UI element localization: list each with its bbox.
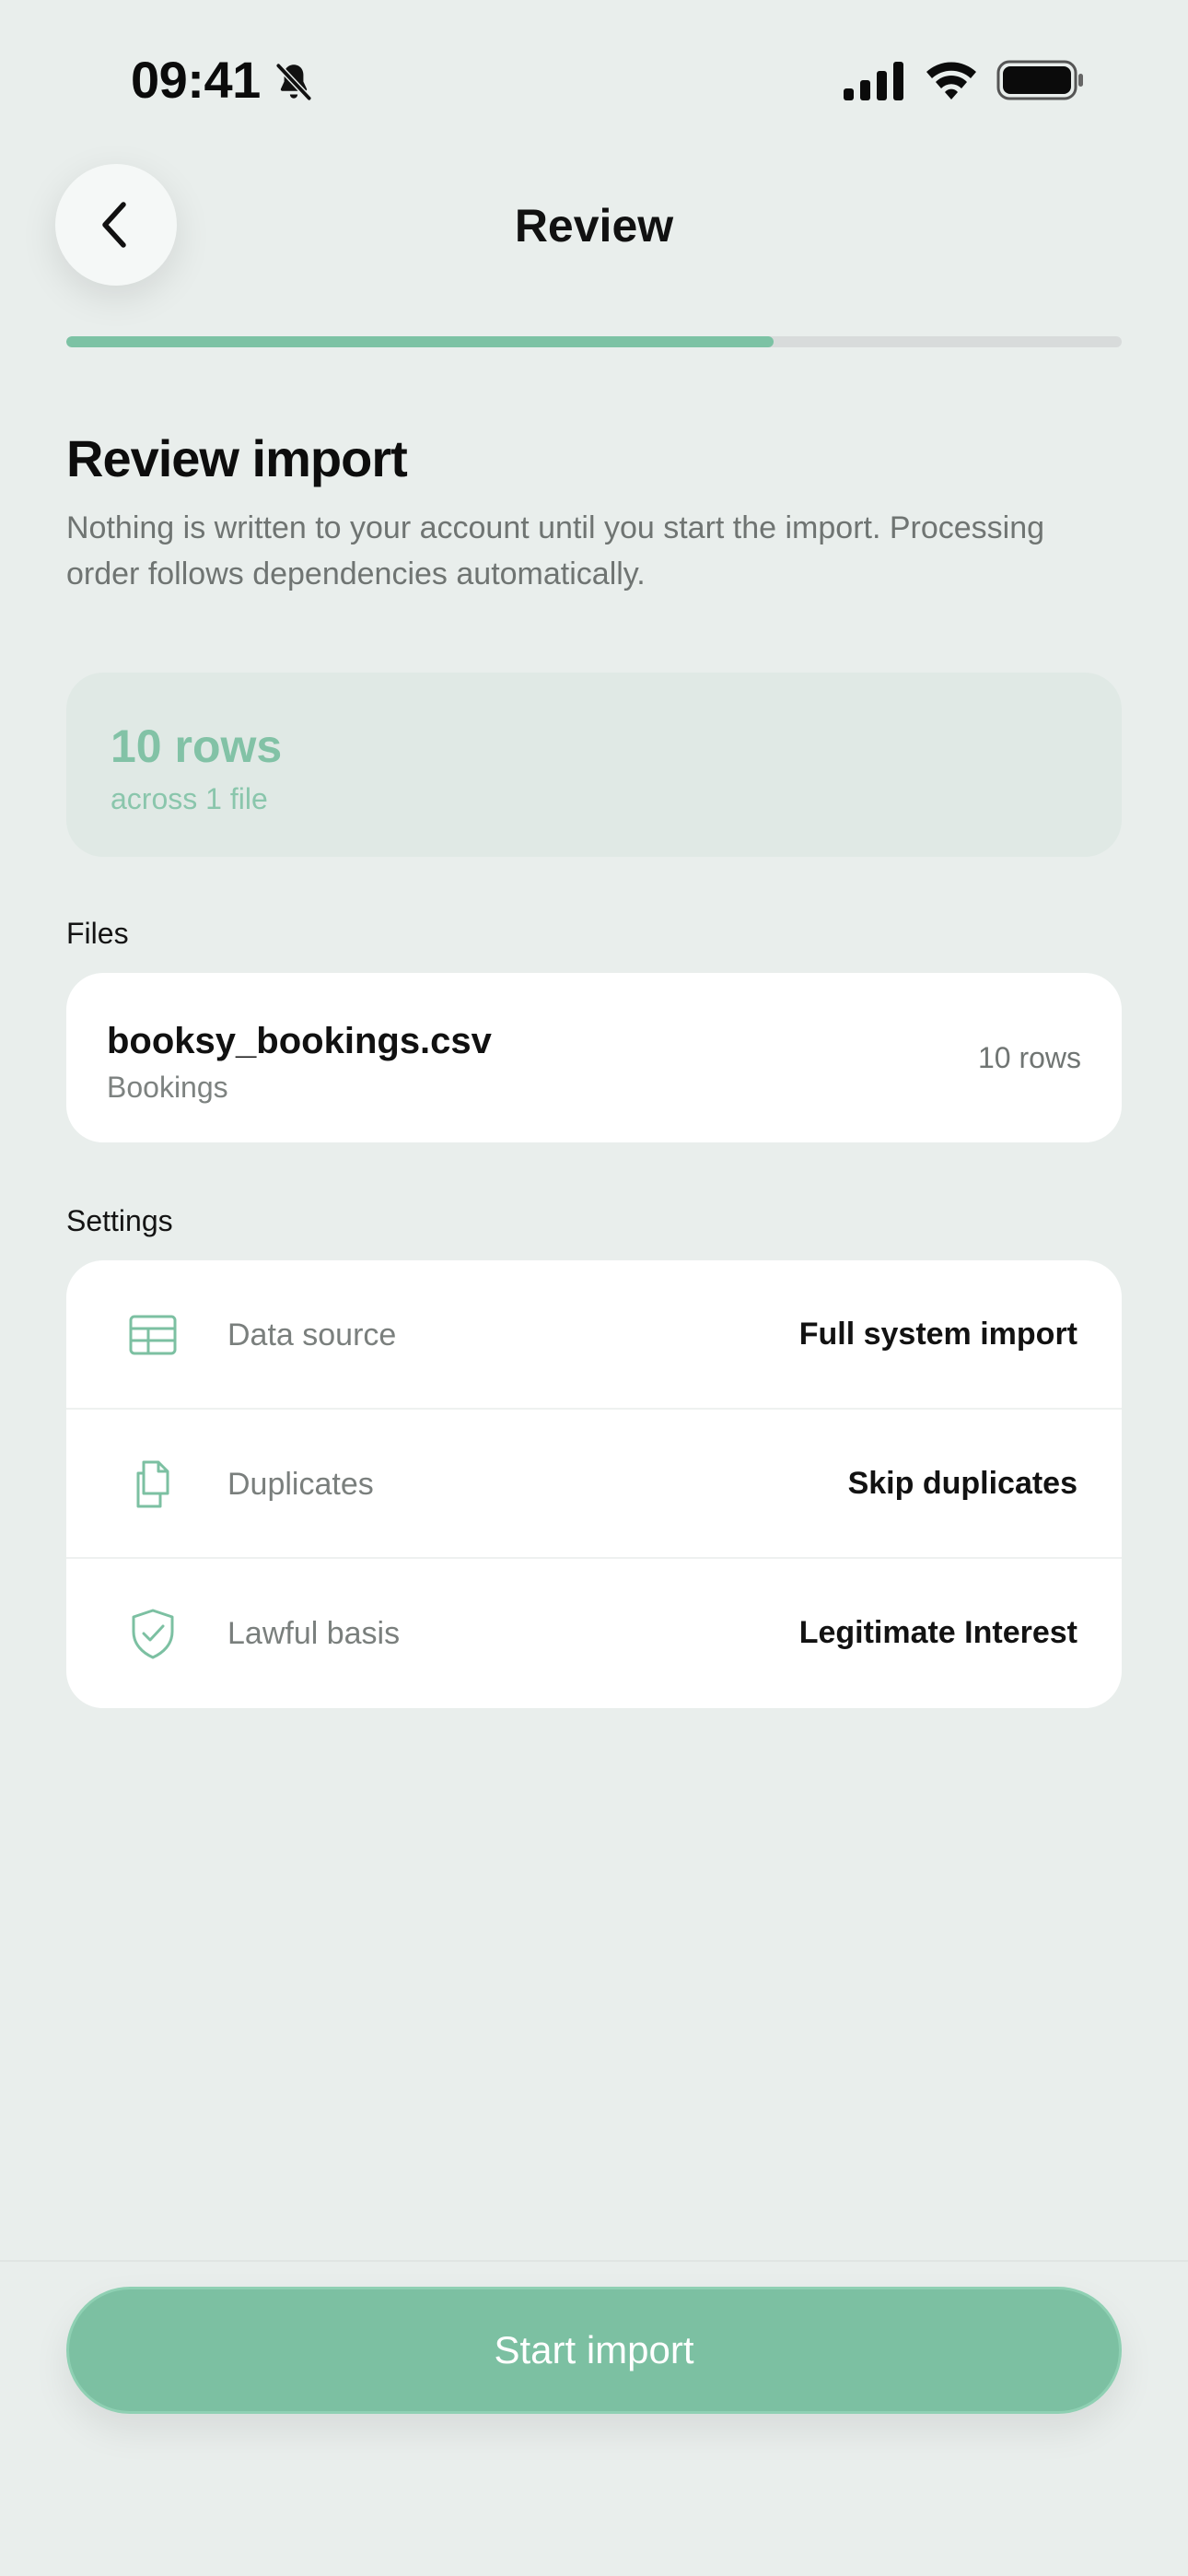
footer-divider (0, 2260, 1188, 2262)
setting-value: Legitimate Interest (798, 1615, 1077, 1650)
cellular-signal-icon (844, 62, 903, 100)
files-section-label: Files (66, 917, 129, 950)
settings-section-label: Settings (66, 1204, 173, 1237)
file-row-count: 10 rows (977, 1041, 1081, 1074)
table-icon (129, 1315, 177, 1355)
section-heading: Review import (66, 429, 408, 487)
file-name: booksy_bookings.csv (107, 1021, 492, 1061)
status-time: 09:41 (131, 51, 261, 109)
file-type: Bookings (107, 1071, 228, 1104)
progress-bar (66, 336, 1122, 347)
battery-icon (996, 60, 1083, 100)
setting-label: Duplicates (227, 1467, 374, 1502)
setting-value: Skip duplicates (847, 1466, 1077, 1501)
setting-row-duplicates[interactable]: Duplicates Skip duplicates (66, 1410, 1122, 1559)
review-import-screen: 09:41 Review Review import Nothing is wr… (0, 0, 1188, 2576)
progress-fill (66, 336, 774, 347)
bell-slash-icon (275, 62, 312, 102)
documents-icon (136, 1460, 169, 1508)
start-import-button[interactable]: Start import (66, 2287, 1122, 2414)
setting-row-data-source[interactable]: Data source Full system import (66, 1260, 1122, 1410)
summary-file-count: across 1 file (111, 782, 268, 815)
wifi-icon (926, 62, 976, 100)
setting-label: Data source (227, 1317, 397, 1352)
summary-card: 10 rows across 1 file (66, 673, 1122, 857)
settings-card: Data source Full system import Duplicate… (66, 1260, 1122, 1708)
shield-check-icon (132, 1609, 174, 1659)
file-card[interactable]: booksy_bookings.csv Bookings 10 rows (66, 973, 1122, 1142)
summary-row-count: 10 rows (111, 720, 283, 772)
page-title: Review (514, 200, 674, 252)
section-subtitle: Nothing is written to your account until… (66, 510, 1045, 591)
setting-label: Lawful basis (227, 1616, 401, 1651)
setting-row-lawful-basis[interactable]: Lawful basis Legitimate Interest (66, 1559, 1122, 1708)
setting-value: Full system import (798, 1317, 1077, 1352)
